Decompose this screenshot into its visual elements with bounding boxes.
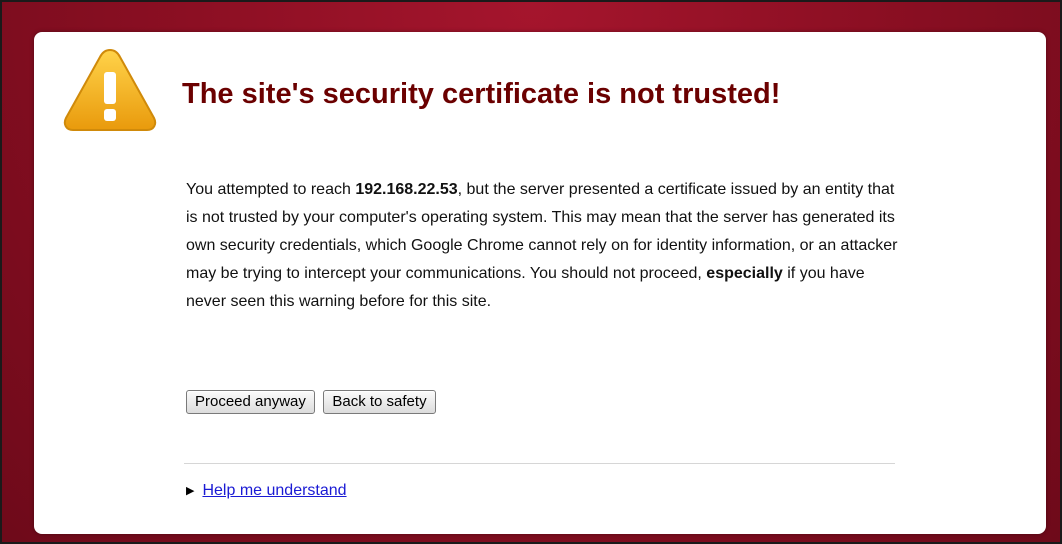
message-part-1: You attempted to reach: [186, 181, 356, 198]
action-buttons: Proceed anyway Back to safety: [186, 390, 440, 414]
warning-icon: [63, 48, 157, 131]
warning-message: You attempted to reach 192.168.22.53, bu…: [186, 176, 906, 316]
help-me-understand-link[interactable]: ▶ Help me understand: [186, 480, 347, 502]
divider: [184, 463, 895, 464]
help-link-label: Help me understand: [202, 482, 347, 499]
emphasis-text: especially: [706, 265, 783, 282]
disclosure-arrow-icon: ▶: [186, 485, 195, 497]
page-title: The site's security certificate is not t…: [182, 78, 781, 110]
warning-card: The site's security certificate is not t…: [34, 32, 1046, 534]
page-background: The site's security certificate is not t…: [0, 0, 1062, 544]
proceed-anyway-button[interactable]: Proceed anyway: [186, 390, 315, 414]
host-address: 192.168.22.53: [355, 181, 458, 198]
back-to-safety-button[interactable]: Back to safety: [323, 390, 436, 414]
